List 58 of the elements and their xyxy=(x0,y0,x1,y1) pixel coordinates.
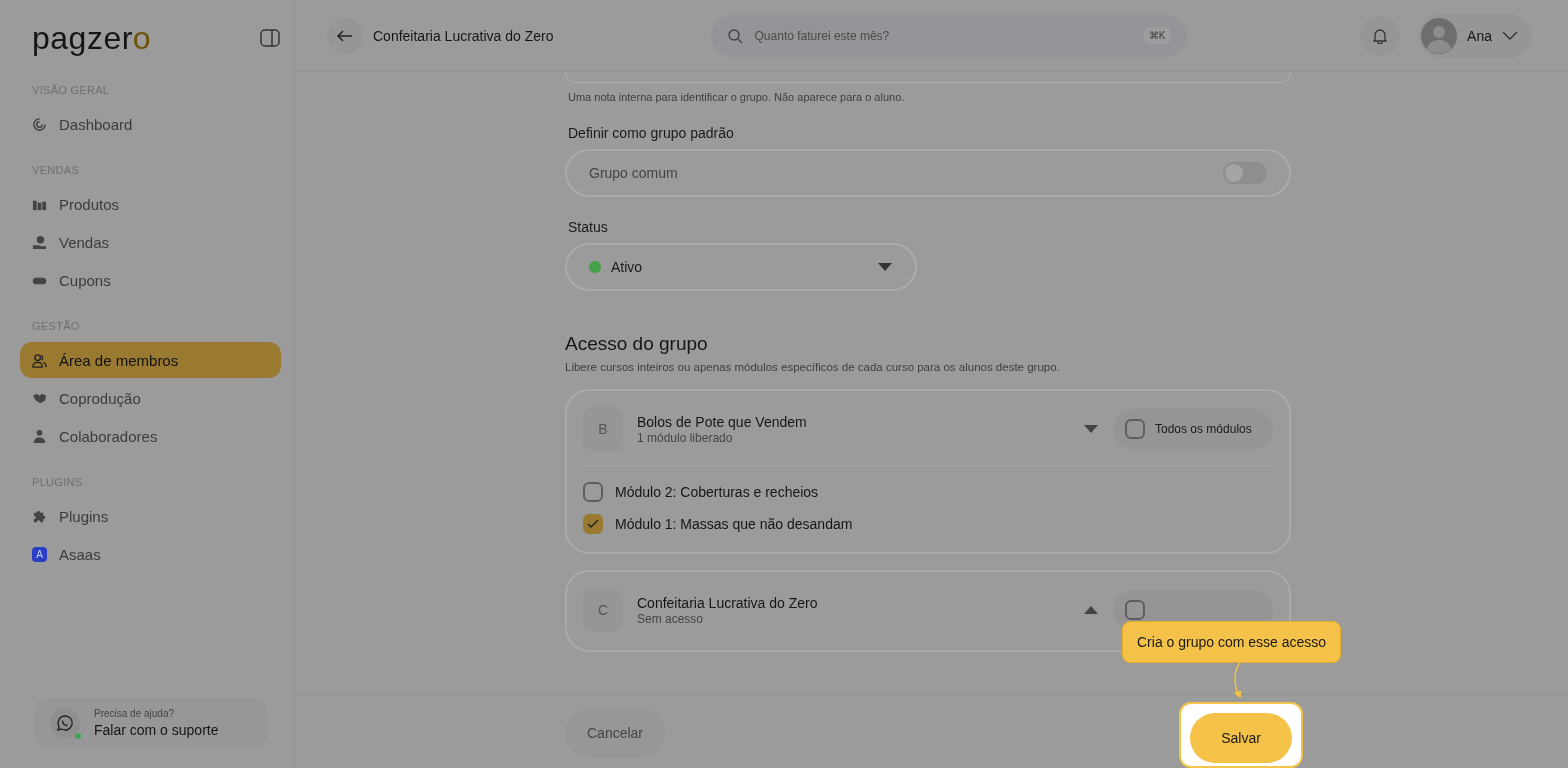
course-summary: Sem acesso xyxy=(637,611,705,626)
section-heading: Acesso do grupo xyxy=(565,333,709,355)
field-label: Definir como grupo padrão xyxy=(568,125,735,141)
gauge-icon xyxy=(32,116,47,132)
caret-down-icon[interactable] xyxy=(1083,424,1099,434)
search-field[interactable]: Quanto faturei este mês? ⌘K xyxy=(710,14,1187,57)
caret-icon xyxy=(877,262,893,272)
default-group-field[interactable]: Grupo comum xyxy=(565,149,1291,197)
course-initial: C xyxy=(583,588,623,632)
checkbox[interactable] xyxy=(583,482,603,502)
course-name: Confeitaria Lucrativa do Zero xyxy=(637,594,819,611)
cancel-button[interactable]: Cancelar xyxy=(565,708,665,758)
search-icon xyxy=(726,27,743,44)
nav-item[interactable]: A Asaas xyxy=(20,536,281,572)
chevron-down-icon xyxy=(1502,30,1518,41)
help-caption: Precisa de ajuda? xyxy=(94,708,176,719)
nav-item[interactable]: Cupons xyxy=(20,262,281,298)
logo: pagzero xyxy=(32,22,152,54)
app-badge-icon: A xyxy=(32,546,47,562)
section-description: Libere cursos inteiros ou apenas módulos específicos de cada curso para os alunos deste grupo. xyxy=(565,361,1061,373)
checkbox-label: Todos os módulos xyxy=(1155,422,1252,436)
nav-item[interactable]: Colaboradores xyxy=(20,418,281,454)
checkbox[interactable] xyxy=(583,514,603,534)
bell-icon xyxy=(1373,27,1388,44)
checkmark-icon xyxy=(587,519,599,529)
nav-item[interactable]: Vendas xyxy=(20,224,281,260)
all-modules-toggle[interactable]: Todos os módulos xyxy=(1113,409,1273,449)
page-title: Confeitaria Lucrativa do Zero xyxy=(373,27,554,44)
puzzle-icon xyxy=(32,508,47,524)
avatar-icon xyxy=(1421,17,1458,54)
nav-item[interactable]: Plugins xyxy=(20,498,281,534)
back-button[interactable] xyxy=(327,17,363,54)
course-name: Bolos de Pote que Vendem xyxy=(637,413,808,430)
nav-item[interactable]: Área de membros xyxy=(20,342,281,378)
module-label: Módulo 2: Coberturas e recheios xyxy=(615,484,819,500)
support-card[interactable]: Precisa de ajuda? Falar com o suporte xyxy=(34,698,268,748)
shortcut-hint: ⌘K xyxy=(1143,27,1171,44)
person-icon xyxy=(32,428,47,444)
status-select[interactable]: Ativo xyxy=(565,243,917,291)
course-summary: 1 módulo liberado xyxy=(637,430,734,445)
field-hint: Uma nota interna para identificar o grupo. Não aparece para o aluno. xyxy=(568,91,906,103)
tooltip: Cria o grupo com esse acesso xyxy=(1122,621,1342,663)
course-initial: B xyxy=(583,407,623,451)
checkbox[interactable] xyxy=(1125,419,1145,439)
field-label: Status xyxy=(568,219,609,235)
chat-bubble-icon xyxy=(50,708,80,738)
save-button[interactable]: Salvar xyxy=(1190,713,1292,763)
nav-item[interactable]: Dashboard xyxy=(20,106,281,142)
arrow-left-icon xyxy=(337,29,353,42)
caret-up-icon[interactable] xyxy=(1083,605,1099,615)
search-input[interactable]: Quanto faturei este mês? xyxy=(752,27,1134,44)
nav-item[interactable]: Coprodução xyxy=(20,380,281,416)
user-menu[interactable]: Ana xyxy=(1418,13,1532,58)
sidebar-toggle-icon[interactable] xyxy=(260,29,280,47)
users-icon xyxy=(32,352,47,368)
nav-item[interactable]: Produtos xyxy=(20,186,281,222)
support-link: Falar com o suporte xyxy=(94,722,219,738)
module-label: Módulo 1: Massas que não desandam xyxy=(615,516,853,532)
